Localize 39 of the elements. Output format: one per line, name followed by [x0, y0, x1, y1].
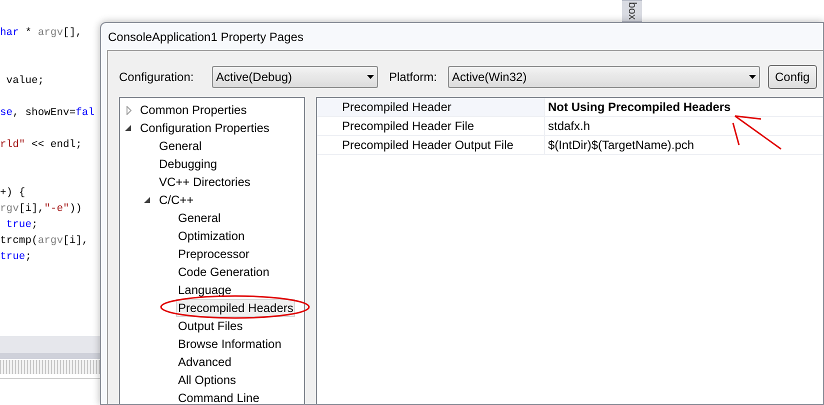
tree-item[interactable]: Language	[176, 281, 234, 299]
tree-item[interactable]: Browse Information	[176, 335, 284, 353]
tree-item[interactable]: Precompiled Headers	[176, 299, 296, 317]
property-name: Precompiled Header	[317, 98, 544, 116]
tree-item[interactable]: Code Generation	[176, 263, 272, 281]
tree-item[interactable]: Preprocessor	[176, 245, 252, 263]
tree-item[interactable]: Configuration Properties	[138, 119, 272, 137]
configuration-label: Configuration:	[119, 69, 195, 86]
code-line: +) {	[0, 186, 26, 201]
tree-item[interactable]: VC++ Directories	[157, 173, 252, 191]
code-line: rgv[i],"-e"))	[0, 202, 82, 217]
tree-item[interactable]: General	[157, 137, 204, 155]
tree-item[interactable]: All Options	[176, 371, 238, 389]
configuration-dropdown[interactable]: Active(Debug)	[212, 66, 378, 88]
code-line: har * argv[],	[0, 26, 83, 41]
code-line: value;	[5, 74, 44, 89]
side-tab[interactable]: box	[622, 0, 642, 22]
property-value[interactable]: $(IntDir)$(TargetName).pch	[544, 136, 823, 154]
tree-item[interactable]: Advanced	[176, 353, 234, 371]
code-line: true;	[5, 218, 38, 233]
tree-item[interactable]: Command Line	[176, 389, 262, 404]
configuration-manager-button[interactable]: Config	[768, 65, 817, 89]
code-line: se, showEnv=fal	[0, 106, 95, 121]
caret-icon	[367, 75, 374, 79]
code-line: rld" << endl;	[0, 138, 82, 153]
tree-item[interactable]: Output Files	[176, 317, 245, 335]
code-line: true;	[0, 250, 32, 265]
property-value[interactable]: Not Using Precompiled Headers	[544, 98, 823, 116]
tree-item[interactable]: General	[176, 209, 223, 227]
tree-item[interactable]: Optimization	[176, 227, 247, 245]
tree-item[interactable]: Common Properties	[138, 101, 249, 119]
window-title: ConsoleApplication1 Property Pages	[108, 29, 304, 45]
platform-label: Platform:	[389, 69, 438, 86]
property-value[interactable]: stdafx.h	[544, 117, 823, 135]
code-line: trcmp(argv[i],	[0, 234, 88, 249]
caret-icon	[749, 75, 756, 79]
tree-item[interactable]: C/C++	[157, 191, 196, 209]
tree-item[interactable]: Debugging	[157, 155, 220, 173]
platform-dropdown[interactable]: Active(Win32)	[448, 66, 760, 88]
